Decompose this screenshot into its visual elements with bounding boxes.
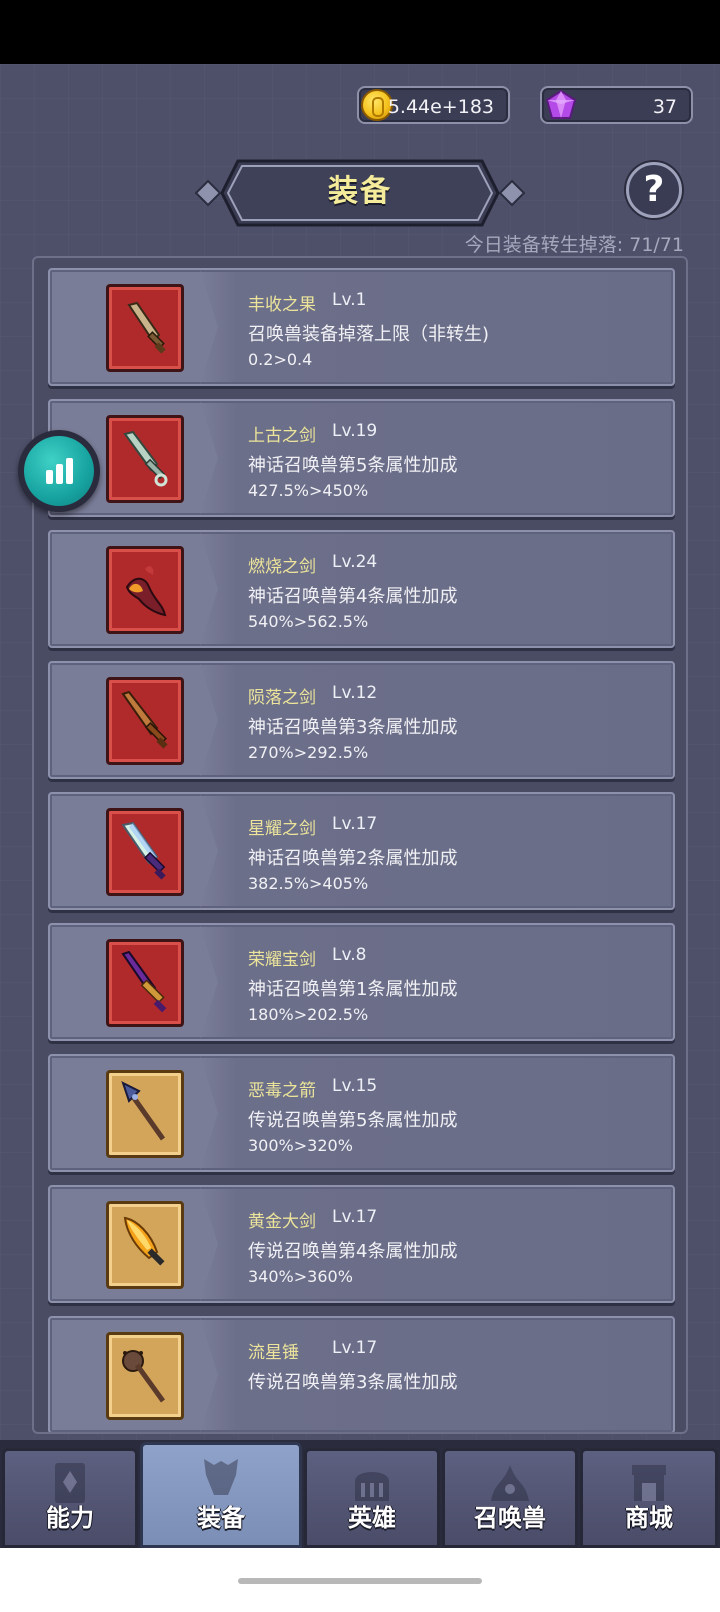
card-divider: [200, 925, 218, 1039]
item-frame: [106, 677, 184, 765]
item-frame: [106, 546, 184, 634]
tab-label: 能力: [46, 1504, 94, 1532]
star-sword-icon: [121, 821, 166, 880]
equipment-value: 427.5%>450%: [248, 481, 369, 500]
equipment-card[interactable]: 恶毒之箭 Lv.15 传说召唤兽第5条属性加成 300%>320%: [48, 1054, 675, 1172]
equipment-card[interactable]: 星耀之剑 Lv.17 神话召唤兽第2条属性加成 382.5%>405%: [48, 792, 675, 910]
equipment-level: Lv.15: [332, 1076, 378, 1096]
equipment-level: Lv.17: [332, 1338, 378, 1358]
tab-label: 召唤兽: [474, 1504, 546, 1532]
equipment-name: 荣耀宝剑: [248, 950, 316, 970]
tab-label: 装备: [197, 1504, 245, 1532]
equipment-level: Lv.8: [332, 945, 367, 965]
equipment-value: 300%>320%: [248, 1136, 353, 1155]
purple-sword-icon: [121, 950, 167, 1013]
equipment-level: Lv.24: [332, 552, 378, 572]
tab-label: 英雄: [348, 1504, 396, 1532]
item-frame: [106, 1070, 184, 1158]
equipment-name: 陨落之剑: [248, 688, 316, 708]
meteor-hammer-icon: [122, 1350, 166, 1403]
bar-chart-icon: [24, 436, 94, 506]
equipment-level: Lv.12: [332, 683, 378, 703]
equipment-value: 0.2>0.4: [248, 350, 313, 369]
armor-icon: [204, 1459, 238, 1495]
gold-counter: 5.44e+183: [357, 86, 510, 124]
brown-sword-icon: [127, 301, 166, 354]
item-frame: [106, 1201, 184, 1289]
equipment-name: 黄金大剑: [248, 1212, 316, 1232]
item-frame: [106, 415, 184, 503]
gold-amount: 5.44e+183: [387, 96, 494, 118]
poison-arrow-icon: [121, 1081, 166, 1141]
home-indicator[interactable]: [238, 1578, 482, 1584]
stats-float-button[interactable]: [18, 430, 100, 512]
item-frame: [106, 1332, 184, 1420]
tab-hero[interactable]: 英雄: [304, 1448, 440, 1548]
equipment-description: 神话召唤兽第4条属性加成: [248, 586, 458, 607]
golden-sword-icon: [123, 1216, 165, 1266]
equipment-list[interactable]: 丰收之果 Lv.1 召唤兽装备掉落上限（非转生) 0.2>0.4 上古之剑 Lv…: [32, 256, 688, 1434]
item-frame: [106, 939, 184, 1027]
status-bar: [0, 0, 720, 64]
bronze-sword-icon: [121, 690, 168, 749]
tab-summon[interactable]: 召唤兽: [442, 1448, 578, 1548]
equipment-level: Lv.19: [332, 421, 378, 441]
equipment-description: 传说召唤兽第3条属性加成: [248, 1372, 458, 1393]
card-divider: [200, 1056, 218, 1170]
equipment-name: 流星锤: [248, 1343, 299, 1363]
equipment-description: 神话召唤兽第1条属性加成: [248, 979, 458, 1000]
card-divider: [200, 663, 218, 777]
equipment-card[interactable]: 燃烧之剑 Lv.24 神话召唤兽第4条属性加成 540%>562.5%: [48, 530, 675, 648]
item-frame: [106, 284, 184, 372]
flame-sword-icon: [125, 566, 167, 617]
equipment-description: 传说召唤兽第4条属性加成: [248, 1241, 458, 1262]
equipment-name: 星耀之剑: [248, 819, 316, 839]
page-title: 装备: [328, 174, 392, 209]
equipment-value: 540%>562.5%: [248, 612, 369, 631]
tab-ability[interactable]: 能力: [2, 1448, 138, 1548]
equipment-name: 燃烧之剑: [248, 557, 316, 577]
equipment-value: 382.5%>405%: [248, 874, 369, 893]
equipment-description: 传说召唤兽第5条属性加成: [248, 1110, 458, 1131]
equipment-card[interactable]: 丰收之果 Lv.1 召唤兽装备掉落上限（非转生) 0.2>0.4: [48, 268, 675, 386]
tab-equipment[interactable]: 装备: [140, 1442, 302, 1548]
card-divider: [200, 401, 218, 515]
gem-icon: [545, 89, 577, 119]
card-divider: [200, 794, 218, 908]
equipment-level: Lv.17: [332, 1207, 378, 1227]
card-divider: [200, 1187, 218, 1301]
item-frame: [106, 808, 184, 896]
equipment-name: 恶毒之箭: [248, 1081, 316, 1101]
equipment-name: 丰收之果: [248, 295, 316, 315]
equipment-value: 270%>292.5%: [248, 743, 369, 762]
tab-shop[interactable]: 商城: [580, 1448, 718, 1548]
equipment-level: Lv.17: [332, 814, 378, 834]
equipment-name: 上古之剑: [248, 426, 316, 446]
equipment-description: 神话召唤兽第2条属性加成: [248, 848, 458, 869]
equipment-card[interactable]: 流星锤 Lv.17 传说召唤兽第3条属性加成: [48, 1316, 675, 1432]
equipment-value: 340%>360%: [248, 1267, 353, 1286]
equipment-description: 神话召唤兽第3条属性加成: [248, 717, 458, 738]
help-button[interactable]: ?: [626, 162, 682, 218]
equipment-description: 神话召唤兽第5条属性加成: [248, 455, 458, 476]
card-divider: [200, 270, 218, 384]
equipment-card[interactable]: 荣耀宝剑 Lv.8 神话召唤兽第1条属性加成 180%>202.5%: [48, 923, 675, 1041]
card-divider: [200, 1318, 218, 1432]
equipment-description: 召唤兽装备掉落上限（非转生): [248, 324, 490, 345]
equipment-card[interactable]: 陨落之剑 Lv.12 神话召唤兽第3条属性加成 270%>292.5%: [48, 661, 675, 779]
equipment-value: 180%>202.5%: [248, 1005, 369, 1024]
daily-drop-info: 今日装备转生掉落: 71/71: [464, 234, 684, 256]
tab-label: 商城: [625, 1504, 673, 1532]
gem-counter: 37: [540, 86, 693, 124]
equipment-level: Lv.1: [332, 290, 367, 310]
system-nav-bar: [0, 1548, 720, 1612]
gem-amount: 37: [652, 96, 677, 118]
equipment-card[interactable]: 上古之剑 Lv.19 神话召唤兽第5条属性加成 427.5%>450%: [48, 399, 675, 517]
bottom-tab-bar: 能力 装备 英雄 召唤兽 商城: [0, 1440, 720, 1548]
equipment-card[interactable]: 黄金大剑 Lv.17 传说召唤兽第4条属性加成 340%>360%: [48, 1185, 675, 1303]
ancient-sword-icon: [123, 430, 168, 487]
page-title-banner: 装备: [192, 158, 528, 228]
card-divider: [200, 532, 218, 646]
